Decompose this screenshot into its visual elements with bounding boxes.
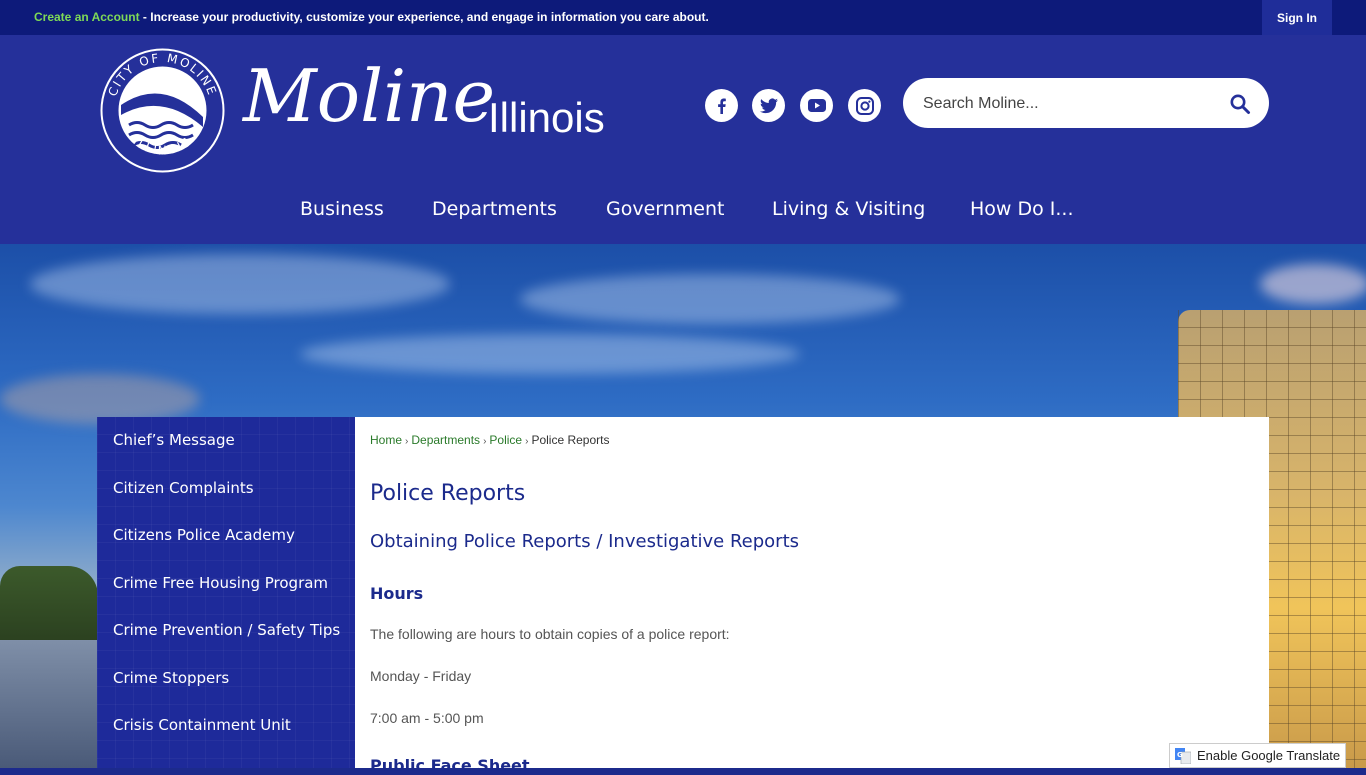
breadcrumb: Home › Departments › Police › Police Reports — [370, 433, 609, 447]
twitter-icon[interactable] — [752, 89, 785, 122]
brand-state-title[interactable]: Illinois — [488, 94, 605, 142]
sidebar-item-chiefs-message[interactable]: Chief’s Message — [113, 431, 235, 449]
google-translate-label: Enable Google Translate — [1197, 748, 1341, 763]
breadcrumb-current: Police Reports — [531, 433, 610, 447]
hero-water — [0, 640, 98, 768]
brand-script-title[interactable]: Moline — [243, 60, 495, 132]
nav-government[interactable]: Government — [606, 198, 725, 220]
account-message: Create an Account - Increase your produc… — [34, 10, 709, 24]
nav-living-visiting[interactable]: Living & Visiting — [772, 198, 925, 220]
google-translate-icon: G — [1175, 747, 1191, 764]
svg-text:G: G — [1177, 751, 1183, 759]
sidebar-item-crime-prevention[interactable]: Crime Prevention / Safety Tips — [113, 621, 340, 639]
create-account-link[interactable]: Create an Account — [34, 10, 140, 24]
nav-business[interactable]: Business — [300, 198, 384, 220]
breadcrumb-home[interactable]: Home — [370, 433, 402, 447]
utility-bar: Create an Account - Increase your produc… — [0, 0, 1366, 35]
sidebar-item-crisis-containment[interactable]: Crisis Containment Unit — [113, 716, 291, 734]
nav-how-do-i[interactable]: How Do I... — [970, 198, 1074, 220]
facebook-icon[interactable] — [705, 89, 738, 122]
site-header: CITY OF MOLINE ILLINOIS Moline Illinois … — [0, 35, 1366, 244]
section-subtitle: Obtaining Police Reports / Investigative… — [370, 531, 800, 552]
site-search — [903, 78, 1269, 128]
hours-days: Monday - Friday — [370, 668, 472, 684]
section-sidebar: Chief’s Message Citizen Complaints Citiz… — [97, 417, 355, 768]
instagram-icon[interactable] — [848, 89, 881, 122]
account-message-text: - Increase your productivity, customize … — [139, 10, 709, 24]
hours-heading: Hours — [370, 584, 424, 603]
page-title: Police Reports — [370, 481, 526, 506]
sign-in-button[interactable]: Sign In — [1262, 0, 1332, 35]
breadcrumb-separator: › — [525, 436, 529, 447]
breadcrumb-police[interactable]: Police — [489, 433, 522, 447]
hours-intro: The following are hours to obtain copies… — [370, 626, 730, 642]
city-seal-logo[interactable]: CITY OF MOLINE ILLINOIS — [99, 47, 226, 174]
hours-times: 7:00 am - 5:00 pm — [370, 710, 484, 726]
public-face-sheet-heading: Public Face Sheet — [370, 756, 530, 775]
search-icon[interactable] — [1229, 93, 1251, 115]
main-content: Home › Departments › Police › Police Reports P… — [355, 417, 1269, 775]
sidebar-item-crime-free-housing[interactable]: Crime Free Housing Program — [113, 574, 328, 592]
hero-trees — [0, 566, 98, 646]
nav-departments[interactable]: Departments — [432, 198, 557, 220]
breadcrumb-departments[interactable]: Departments — [411, 433, 480, 447]
sidebar-item-citizens-police-academy[interactable]: Citizens Police Academy — [113, 526, 295, 544]
sidebar-item-crime-stoppers[interactable]: Crime Stoppers — [113, 669, 229, 687]
main-nav: Business Departments Government Living &… — [0, 198, 1366, 234]
breadcrumb-separator: › — [405, 436, 409, 447]
search-input[interactable] — [921, 91, 1215, 117]
breadcrumb-separator: › — [483, 436, 487, 447]
google-translate-button[interactable]: G Enable Google Translate — [1169, 743, 1346, 768]
youtube-icon[interactable] — [800, 89, 833, 122]
sidebar-item-citizen-complaints[interactable]: Citizen Complaints — [113, 479, 254, 497]
